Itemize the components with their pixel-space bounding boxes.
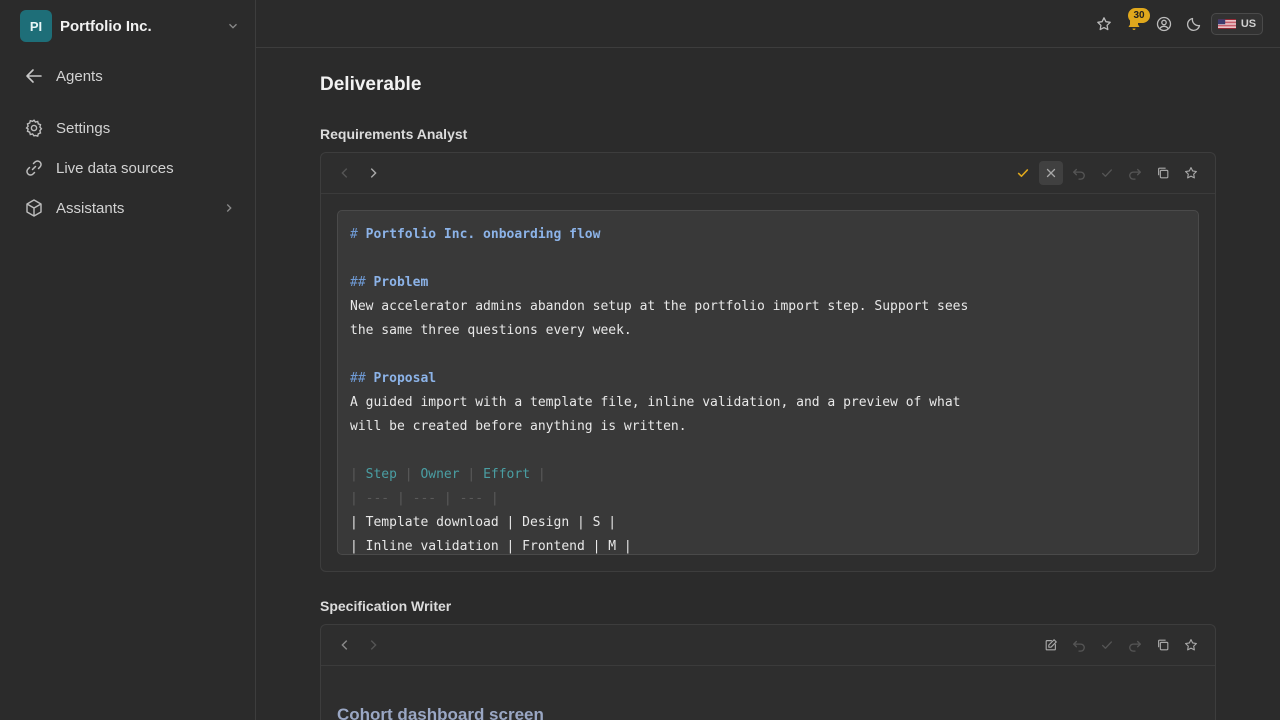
table-header-cell: Owner <box>420 467 460 482</box>
copy-icon <box>1158 639 1169 651</box>
redo-button[interactable] <box>1123 161 1147 185</box>
locale-selector[interactable]: US <box>1211 13 1263 35</box>
previous-version-button[interactable] <box>333 633 357 657</box>
user-circle-icon <box>1156 16 1172 32</box>
md-heading-mark: ## <box>350 275 366 290</box>
copy-icon <box>1158 167 1169 179</box>
code-line: ## Proposal <box>350 367 1186 391</box>
section-title-requirements-analyst: Requirements Analyst <box>320 126 468 142</box>
copy-button[interactable] <box>1151 633 1175 657</box>
favorite-button[interactable] <box>1179 633 1203 657</box>
sidebar-item-assistants[interactable]: Assistants <box>24 196 236 220</box>
cube-icon <box>26 199 42 217</box>
redo-button[interactable] <box>1123 633 1147 657</box>
chevron-down-icon <box>229 23 237 29</box>
card-toolbar <box>321 153 1215 194</box>
table-row-line: | Template download | Design | S | <box>350 515 617 530</box>
back-to-agents[interactable]: Agents <box>24 64 236 88</box>
gear-icon <box>25 119 43 137</box>
section-title-specification-writer: Specification Writer <box>320 598 452 614</box>
accept-button[interactable] <box>1011 161 1035 185</box>
table-header-line: | Step | Owner | Effort | <box>350 467 546 482</box>
org-avatar: PI <box>20 10 52 42</box>
card-toolbar <box>321 625 1215 666</box>
star-icon <box>1185 639 1197 651</box>
check-icon <box>1017 169 1029 178</box>
undo-icon <box>1073 640 1085 652</box>
check-icon <box>1101 169 1113 177</box>
confirm-button[interactable] <box>1095 633 1119 657</box>
chevron-left-icon <box>341 640 348 650</box>
table-rule-line: | --- | --- | --- | <box>350 491 499 506</box>
sidebar-item-live-data-sources[interactable]: Live data sources <box>24 156 236 180</box>
md-heading-text: Portfolio Inc. onboarding flow <box>365 227 601 242</box>
confirm-button[interactable] <box>1095 161 1119 185</box>
code-line: New accelerator admins abandon setup at … <box>350 299 969 314</box>
document-heading: Cohort dashboard screen <box>337 705 544 720</box>
arrow-left-icon <box>26 69 42 83</box>
undo-icon <box>1073 168 1085 180</box>
us-flag-icon <box>1217 19 1236 29</box>
sidebar-item-label: Live data sources <box>56 159 174 177</box>
sidebar-item-label: Settings <box>56 119 111 137</box>
edit-icon <box>1045 639 1057 651</box>
chevron-right-icon <box>370 640 377 650</box>
moon-icon <box>1186 17 1201 32</box>
theme-toggle-button[interactable] <box>1184 14 1204 34</box>
md-heading-mark: # <box>350 227 358 242</box>
code-line: ## Problem <box>350 271 1186 295</box>
next-version-button[interactable] <box>361 633 385 657</box>
redo-icon <box>1129 640 1141 652</box>
edit-button[interactable] <box>1039 633 1063 657</box>
code-line: the same three questions every week. <box>350 323 632 338</box>
table-header-cell: Effort <box>483 467 531 482</box>
md-heading-text: Proposal <box>373 371 437 386</box>
table-header-cell: Step <box>365 467 397 482</box>
star-icon <box>1097 17 1111 31</box>
specification-writer-card: Cohort dashboard screen <box>320 624 1216 720</box>
next-version-button[interactable] <box>361 161 385 185</box>
previous-version-button[interactable] <box>333 161 357 185</box>
link-icon <box>26 160 42 176</box>
sidebar-item-label: Assistants <box>56 199 125 217</box>
top-bar: 30 US <box>256 0 1280 48</box>
notification-count-badge: 30 <box>1128 8 1150 23</box>
md-heading-text: Problem <box>373 275 429 290</box>
redo-icon <box>1129 168 1141 180</box>
close-icon <box>1046 168 1056 178</box>
chevron-left-icon <box>341 168 348 178</box>
check-icon <box>1101 641 1113 649</box>
copy-button[interactable] <box>1151 161 1175 185</box>
nav-label-agents: Agents <box>56 67 103 85</box>
org-name: Portfolio Inc. <box>60 17 152 35</box>
page-title: Deliverable <box>320 74 422 95</box>
md-heading-mark: ## <box>350 371 366 386</box>
org-switcher[interactable]: PI Portfolio Inc. <box>20 10 240 42</box>
reject-button[interactable] <box>1039 161 1063 185</box>
chevron-right-icon <box>226 204 232 212</box>
sidebar: PI Portfolio Inc. Agents Settings Live d… <box>0 0 256 720</box>
favorites-button[interactable] <box>1094 14 1114 34</box>
code-line: A guided import with a template file, in… <box>350 395 961 410</box>
undo-button[interactable] <box>1067 161 1091 185</box>
code-line: # Portfolio Inc. onboarding flow <box>350 223 1186 247</box>
locale-code: US <box>1240 18 1257 30</box>
account-button[interactable] <box>1154 14 1174 34</box>
star-icon <box>1185 167 1197 179</box>
chevron-right-icon <box>370 168 377 178</box>
code-line: will be created before anything is writt… <box>350 419 687 434</box>
table-row-line: | Inline validation | Frontend | M | <box>350 539 632 554</box>
sidebar-item-settings[interactable]: Settings <box>24 116 236 140</box>
requirements-analyst-card: # Portfolio Inc. onboarding flow ## Prob… <box>320 152 1216 572</box>
favorite-button[interactable] <box>1179 161 1203 185</box>
markdown-editor[interactable]: # Portfolio Inc. onboarding flow ## Prob… <box>337 210 1199 555</box>
undo-button[interactable] <box>1067 633 1091 657</box>
